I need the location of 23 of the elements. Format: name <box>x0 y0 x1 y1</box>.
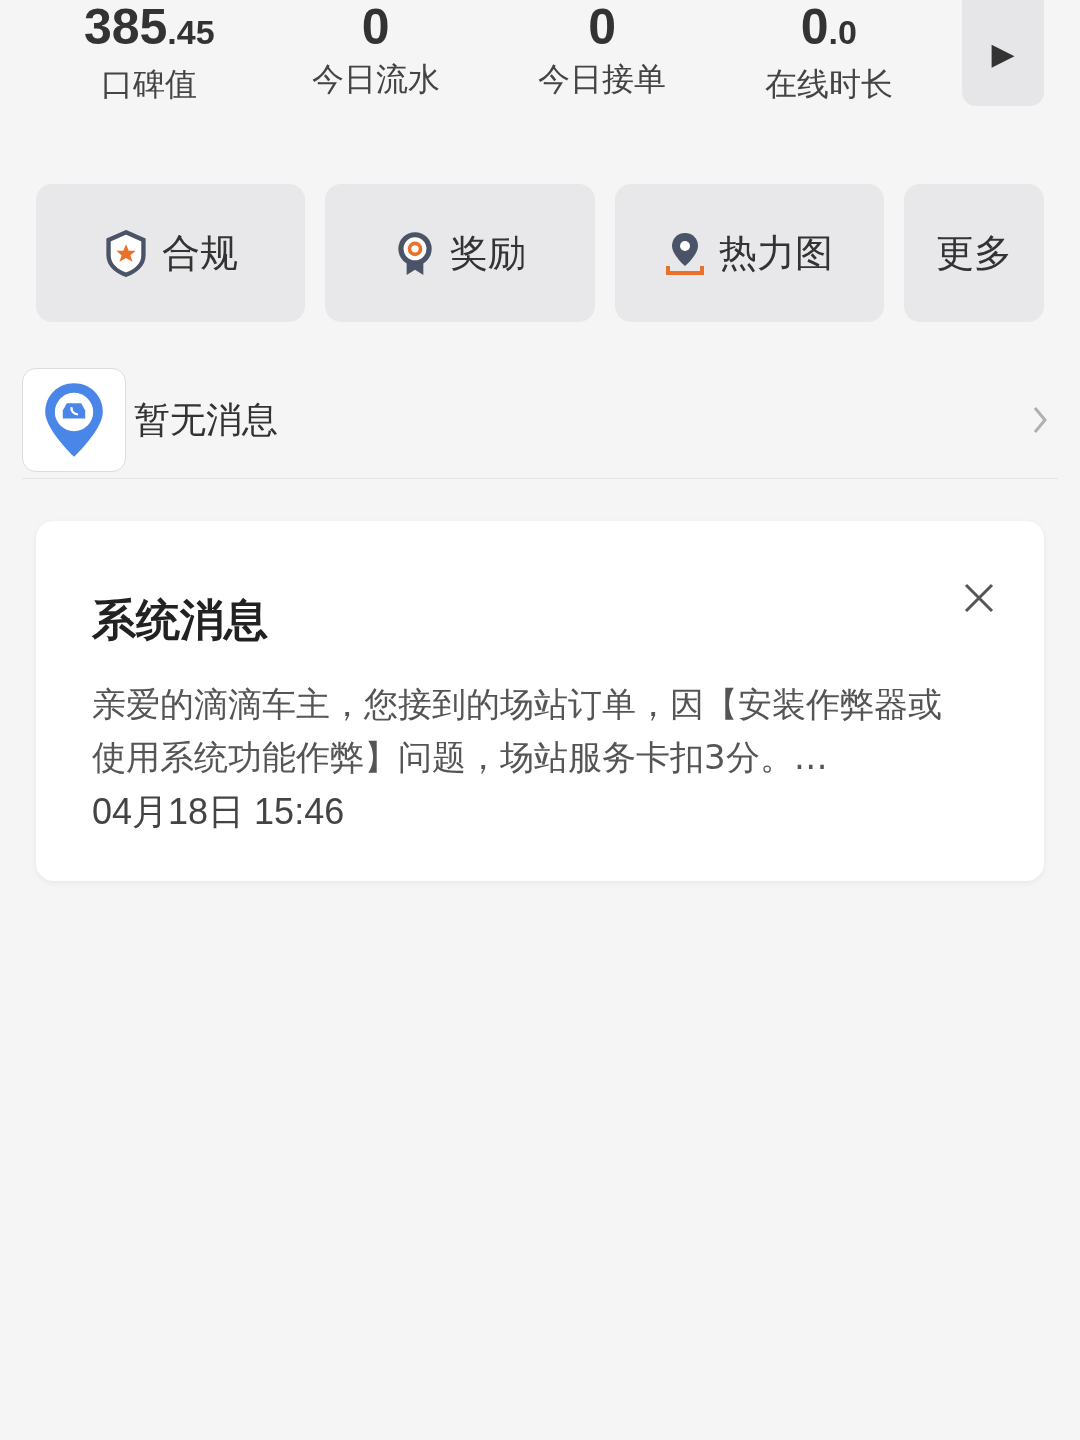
card-body: 亲爱的滴滴车主，您接到的场站订单，因【安装作弊器或使用系统功能作弊】问题，场站服务卡扣3分。… <box>92 683 943 779</box>
shortcut-button[interactable]: 热力图 <box>614 184 884 322</box>
close-icon[interactable] <box>964 583 994 613</box>
shortcut-button[interactable]: 合规 <box>36 184 306 322</box>
stat-value: 0 <box>588 0 617 54</box>
message-text: 暂无消息 <box>134 397 279 442</box>
chevron-right-icon <box>1032 405 1048 435</box>
card-time: 04月18日 15:46 <box>92 790 346 834</box>
stat-label: 今日接单 <box>538 59 667 100</box>
shortcut-button[interactable]: 更多 <box>904 184 1044 322</box>
shortcut-button[interactable]: 奖励 <box>325 184 595 322</box>
stat-label: 口碑值 <box>101 64 198 105</box>
card-title: 系统消息 <box>92 593 268 647</box>
stat-value: 0 <box>361 0 390 54</box>
stat-label: 在线时长 <box>764 64 893 105</box>
shield-star-icon <box>103 229 148 277</box>
location-pin-icon <box>665 230 706 276</box>
expand-button[interactable]: ▶ <box>962 0 1044 106</box>
stat-label: 今日流水 <box>311 59 440 100</box>
message-row[interactable]: 暂无消息 <box>22 368 1058 479</box>
stat-value: 0.0 <box>800 0 857 57</box>
app-icon <box>22 368 126 472</box>
stat-value: 385.45 <box>83 0 215 57</box>
